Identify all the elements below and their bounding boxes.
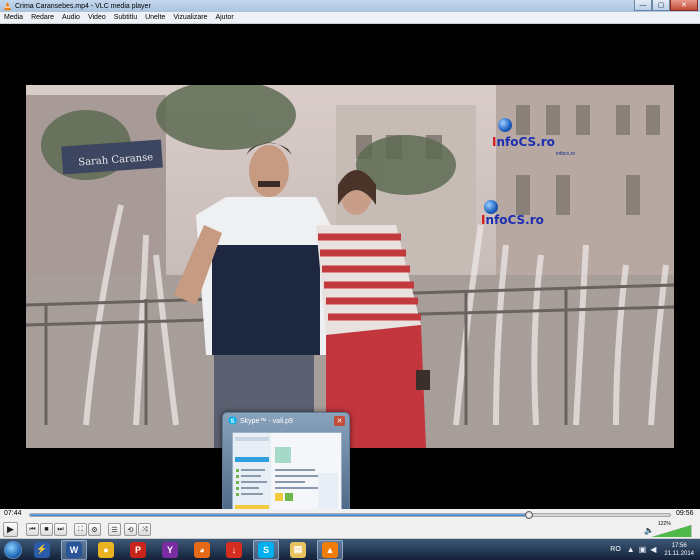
infocs-globe-icon (498, 118, 512, 132)
firefox-icon: ◕ (194, 541, 210, 558)
infocs-tagline: infocs.ro (556, 151, 575, 157)
video-still: Sarah Caranse (26, 85, 674, 448)
menu-bar: Media Redare Audio Video Subtitlu Unelte… (0, 12, 700, 24)
vlc-cone-icon (2, 1, 12, 11)
taskbar-app-yahoo-messenger[interactable]: Y (157, 540, 183, 560)
downloader-icon: ↓ (226, 541, 242, 558)
menu-vizualizare[interactable]: Vizualizare (169, 14, 211, 21)
taskbar-app-skype[interactable]: S (253, 539, 279, 560)
volume-tray-icon[interactable]: ◀ (650, 545, 656, 554)
playlist-button[interactable]: ☰ (108, 523, 121, 536)
vlc-window: Crima Caransebes.mp4 - VLC media player … (0, 0, 700, 560)
skype-icon: S (258, 541, 274, 558)
clock[interactable]: 17:56 21.11.2014 (664, 542, 694, 558)
title-bar[interactable]: Crima Caransebes.mp4 - VLC media player … (0, 0, 700, 12)
play-button[interactable]: ▶ (3, 522, 18, 537)
thumbnail-title: Skype™ - vali.p9 (240, 417, 293, 425)
window-title: Crima Caransebes.mp4 - VLC media player (15, 2, 151, 10)
chrome-icon: ● (98, 541, 114, 558)
maximize-button[interactable]: ▢ (652, 0, 670, 11)
seek-row: 07:44 09:56 (0, 509, 700, 521)
clock-time: 17:56 (671, 542, 687, 549)
taskbar-app-pdf[interactable]: P (125, 540, 151, 560)
menu-media[interactable]: Media (0, 14, 27, 21)
taskbar-app-folder[interactable]: ▤ (285, 540, 311, 560)
infocs-logo-bottom: InfoCS.ro (481, 213, 544, 227)
infocs-logo-top-text: nfoCS.ro (496, 135, 555, 149)
menu-audio[interactable]: Audio (58, 14, 84, 21)
menu-video[interactable]: Video (84, 14, 110, 21)
system-tray: RO ▲ ▣ ◀ 17:56 21.11.2014 (610, 539, 700, 560)
word-icon: W (66, 541, 82, 558)
taskbar-apps: ⚡ W ● P Y ◕ ↓ S ▤ ▲ (26, 539, 346, 560)
video-area[interactable]: Sarah Caranse InfoCS.ro infocs.ro InfoCS… (0, 25, 700, 503)
taskbar: ⚡ W ● P Y ◕ ↓ S ▤ ▲ RO ▲ ▣ ◀ 17:56 21.11.2014 (0, 539, 700, 560)
windows-logo-icon (4, 540, 22, 559)
network-icon[interactable]: ▣ (639, 545, 647, 554)
folder-icon: ▤ (290, 541, 306, 558)
tray-arrow-icon[interactable]: ▲ (627, 545, 635, 554)
menu-ajutor[interactable]: Ajutor (211, 14, 237, 21)
language-indicator[interactable]: RO (610, 546, 621, 553)
minimize-button[interactable]: — (634, 0, 652, 11)
close-button[interactable]: ✕ (670, 0, 698, 11)
infocs-logo-bottom-text: nfoCS.ro (485, 213, 544, 227)
video-frame[interactable]: Sarah Caranse InfoCS.ro infocs.ro InfoCS… (26, 85, 674, 448)
volume-percent: 122% (658, 521, 671, 527)
menu-subtitlu[interactable]: Subtitlu (110, 14, 141, 21)
playback-controls: ▶ ⏮ ■ ⏭ ⛶ ⚙ ☰ ⟲ ⤨ 🔈 122% (0, 521, 700, 539)
menu-redare[interactable]: Redare (27, 14, 58, 21)
infocs-globe-icon-2 (484, 200, 498, 214)
taskbar-app-firefox[interactable]: ◕ (189, 540, 215, 560)
extended-settings-button[interactable]: ⚙ (88, 523, 101, 536)
random-button[interactable]: ⤨ (138, 523, 151, 536)
elapsed-time: 07:44 (4, 510, 22, 517)
start-button[interactable] (0, 539, 26, 560)
infocs-logo-top: InfoCS.ro (492, 135, 555, 149)
taskbar-app-vlc[interactable]: ▲ (317, 539, 343, 560)
svg-text:S: S (230, 418, 234, 425)
taskbar-app-chrome[interactable]: ● (93, 540, 119, 560)
pdf-icon: P (130, 541, 146, 558)
skype-icon: S (228, 412, 237, 430)
vlc-icon: ▲ (322, 541, 338, 558)
clock-date: 21.11.2014 (664, 550, 694, 557)
thumbnail-close-button[interactable]: ✕ (334, 416, 345, 426)
seek-progress (30, 514, 529, 516)
seek-bar[interactable] (29, 511, 671, 519)
seek-handle[interactable] (524, 511, 533, 519)
yahoo-messenger-icon: Y (162, 541, 178, 558)
flashget-icon: ⚡ (34, 541, 50, 558)
previous-button[interactable]: ⏮ (26, 523, 39, 536)
next-button[interactable]: ⏭ (54, 523, 67, 536)
stop-button[interactable]: ■ (40, 523, 53, 536)
loop-button[interactable]: ⟲ (124, 523, 137, 536)
menu-unelte[interactable]: Unelte (141, 14, 169, 21)
taskbar-app-downloader[interactable]: ↓ (221, 540, 247, 560)
total-time: 09:56 (676, 510, 694, 517)
taskbar-app-flashget[interactable]: ⚡ (29, 540, 55, 560)
fullscreen-button[interactable]: ⛶ (74, 523, 87, 536)
taskbar-app-word[interactable]: W (61, 539, 87, 560)
